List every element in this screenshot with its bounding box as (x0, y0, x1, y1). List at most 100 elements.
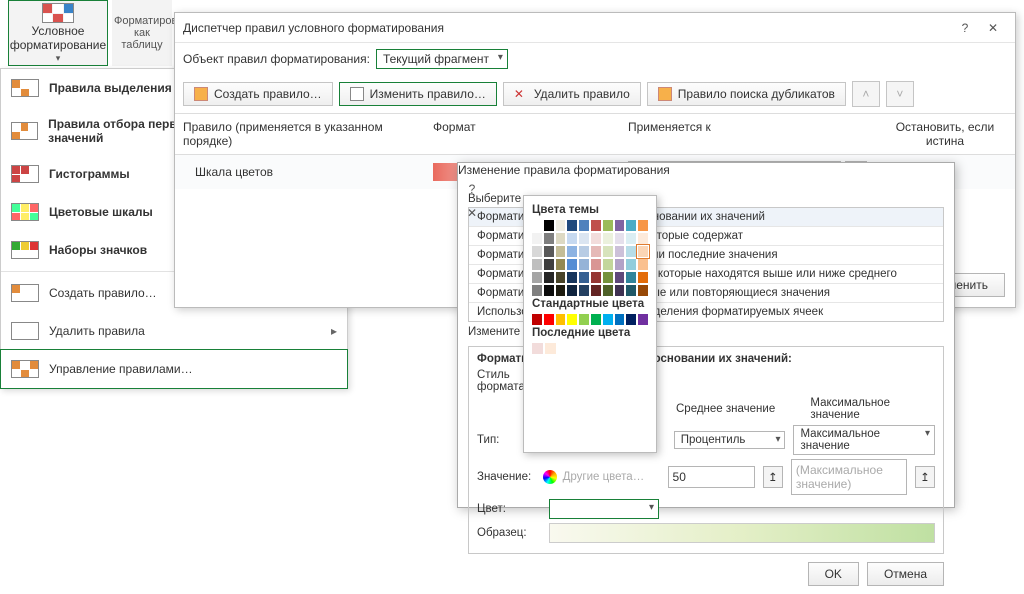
color-swatch[interactable] (615, 220, 625, 231)
color-swatch[interactable] (567, 220, 577, 231)
color-swatch[interactable] (638, 246, 648, 257)
color-swatch[interactable] (567, 233, 577, 244)
mid-value-picker[interactable]: ↥ (763, 466, 783, 488)
color-swatch[interactable] (567, 314, 577, 325)
menu-clear-rules[interactable]: Удалить правила▸ (1, 312, 347, 350)
color-swatch[interactable] (556, 285, 566, 296)
color-swatch[interactable] (544, 220, 554, 231)
color-swatch[interactable] (603, 220, 613, 231)
color-swatch[interactable] (615, 272, 625, 283)
color-swatch[interactable] (591, 246, 601, 257)
color-swatch[interactable] (591, 314, 601, 325)
color-swatch[interactable] (626, 246, 636, 257)
color-swatch[interactable] (626, 314, 636, 325)
color-swatch[interactable] (532, 259, 542, 270)
color-swatch[interactable] (532, 233, 542, 244)
color-swatch[interactable] (638, 233, 648, 244)
color-swatch[interactable] (626, 233, 636, 244)
color-swatch[interactable] (638, 259, 648, 270)
max-value-picker[interactable]: ↥ (915, 466, 935, 488)
max-type-combo[interactable]: Максимальное значение (793, 425, 935, 455)
color-swatch[interactable] (638, 272, 648, 283)
color-swatch[interactable] (591, 220, 601, 231)
color-swatch[interactable] (638, 314, 648, 325)
color-swatch[interactable] (556, 314, 566, 325)
color-swatch[interactable] (579, 272, 589, 283)
color-swatch[interactable] (615, 314, 625, 325)
color-swatch[interactable] (626, 220, 636, 231)
menu-manage-rules[interactable]: Управление правилами… (0, 349, 348, 389)
color-swatch[interactable] (567, 259, 577, 270)
edit-rule-button[interactable]: Изменить правило… (339, 82, 497, 106)
color-swatch[interactable] (579, 233, 589, 244)
color-swatch[interactable] (615, 285, 625, 296)
color-swatch[interactable] (591, 272, 601, 283)
help-button[interactable]: ? (951, 16, 979, 40)
color-swatch[interactable] (544, 314, 554, 325)
color-swatch[interactable] (603, 233, 613, 244)
duplicate-rule-button[interactable]: Правило поиска дубликатов (647, 82, 846, 106)
color-swatch[interactable] (626, 259, 636, 270)
mid-type-combo[interactable]: Процентиль (674, 431, 786, 449)
color-swatch[interactable] (544, 285, 554, 296)
conditional-formatting-ribbon-button[interactable]: Условное форматирование ▾ (8, 0, 108, 66)
color-swatch[interactable] (556, 220, 566, 231)
color-swatch[interactable] (544, 246, 554, 257)
color-swatch[interactable] (603, 272, 613, 283)
close-button[interactable]: ✕ (979, 16, 1007, 40)
min-color-combo[interactable] (549, 499, 659, 519)
color-swatch[interactable] (544, 233, 554, 244)
edit-dialog-title: Изменение правила форматирования (458, 163, 670, 177)
move-up-button[interactable]: ˄ (852, 81, 880, 107)
cancel-button[interactable]: Отмена (867, 562, 944, 586)
format-as-table-ribbon-button[interactable]: Форматировать как таблицу (112, 0, 172, 66)
new-rule-icon (194, 87, 208, 101)
scope-select[interactable]: Текущий фрагмент (376, 49, 508, 69)
color-swatch[interactable] (603, 285, 613, 296)
color-swatch[interactable] (579, 220, 589, 231)
color-swatch[interactable] (626, 272, 636, 283)
more-colors-label[interactable]: Другие цвета… (563, 471, 645, 483)
color-swatch[interactable] (603, 246, 613, 257)
color-swatch[interactable] (579, 285, 589, 296)
color-swatch[interactable] (532, 220, 542, 231)
color-picker-popup: Цвета темы Стандартные цвета Последние ц… (523, 195, 657, 453)
color-swatch[interactable] (615, 259, 625, 270)
color-swatch[interactable] (532, 246, 542, 257)
color-swatch[interactable] (591, 259, 601, 270)
color-swatch[interactable] (579, 246, 589, 257)
color-swatch[interactable] (615, 233, 625, 244)
color-swatch[interactable] (579, 259, 589, 270)
color-swatch[interactable] (556, 233, 566, 244)
col-rule: Правило (применяется в указанном порядке… (175, 114, 425, 154)
color-swatch[interactable] (556, 272, 566, 283)
color-swatch[interactable] (567, 272, 577, 283)
ok-button[interactable]: OK (808, 562, 859, 586)
color-swatch[interactable] (532, 314, 542, 325)
color-swatch[interactable] (579, 314, 589, 325)
color-swatch[interactable] (603, 259, 613, 270)
color-swatch[interactable] (567, 246, 577, 257)
move-down-button[interactable]: ˅ (886, 81, 914, 107)
color-swatch[interactable] (532, 272, 542, 283)
color-swatch[interactable] (638, 220, 648, 231)
color-swatch[interactable] (532, 343, 543, 354)
col-max-label: Максимальное значение (810, 397, 935, 421)
delete-rule-button[interactable]: ✕Удалить правило (503, 82, 641, 106)
mid-value-field[interactable]: 50 (668, 466, 755, 488)
color-swatch[interactable] (556, 259, 566, 270)
color-swatch[interactable] (603, 314, 613, 325)
color-swatch[interactable] (532, 285, 542, 296)
color-swatch[interactable] (544, 259, 554, 270)
new-rule-button[interactable]: Создать правило… (183, 82, 333, 106)
color-swatch[interactable] (567, 285, 577, 296)
color-swatch[interactable] (545, 343, 556, 354)
color-swatch[interactable] (615, 246, 625, 257)
color-swatch[interactable] (556, 246, 566, 257)
color-swatch[interactable] (544, 272, 554, 283)
color-swatch[interactable] (591, 285, 601, 296)
color-swatch[interactable] (591, 233, 601, 244)
color-swatch[interactable] (626, 285, 636, 296)
conditional-formatting-icon (42, 3, 74, 23)
color-swatch[interactable] (638, 285, 648, 296)
